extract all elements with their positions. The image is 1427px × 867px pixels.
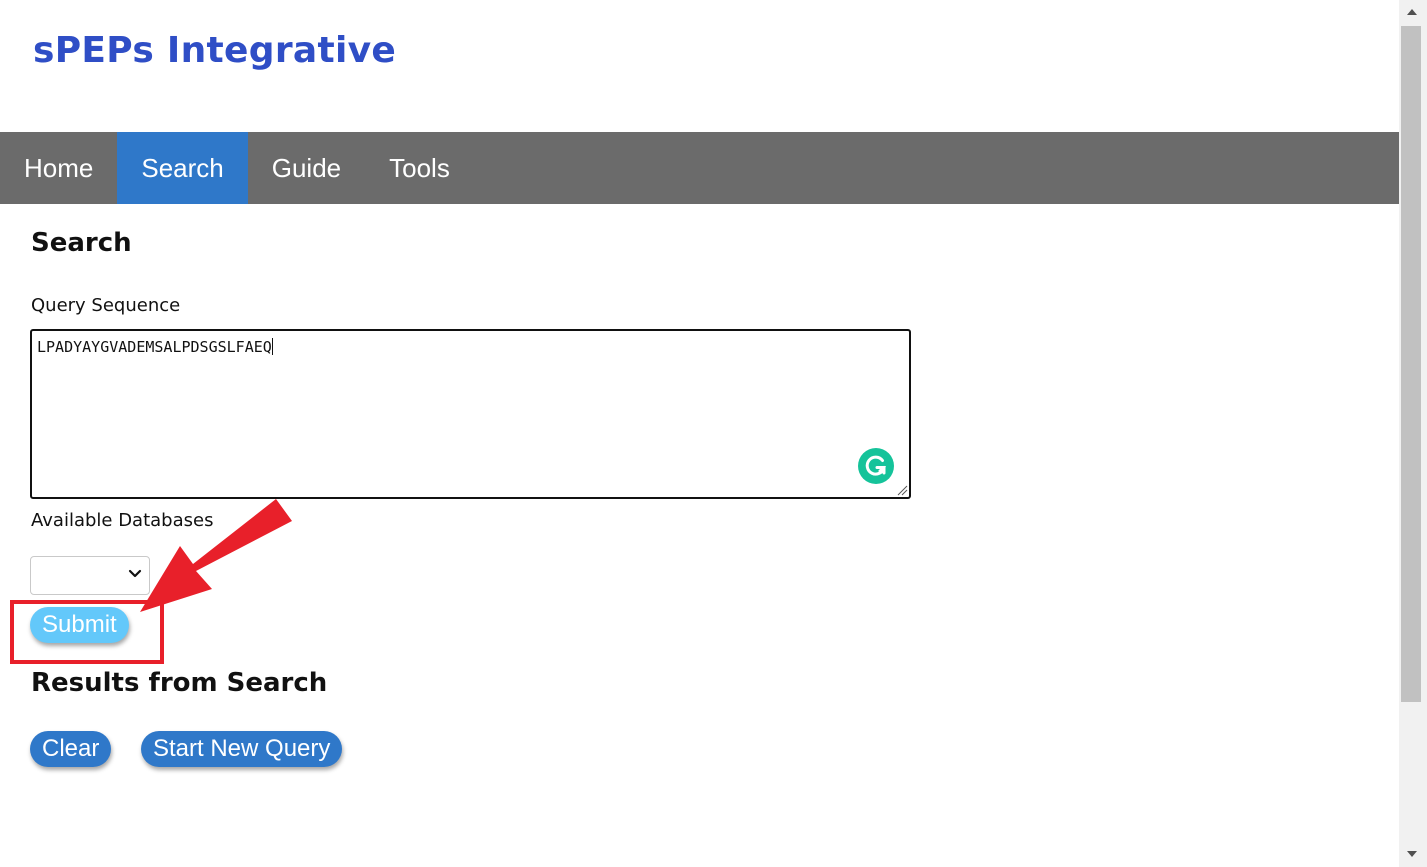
available-databases-label: Available Databases — [31, 510, 214, 531]
search-heading: Search — [31, 228, 132, 258]
scroll-up-icon[interactable] — [1407, 9, 1417, 15]
databases-select[interactable] — [30, 556, 150, 595]
query-sequence-label: Query Sequence — [31, 295, 181, 316]
nav-item-tools[interactable]: Tools — [365, 132, 474, 204]
query-sequence-textarea[interactable]: LPADYAYGVADEMSALPDSGSLFAEQ — [30, 329, 911, 499]
query-sequence-text: LPADYAYGVADEMSALPDSGSLFAEQ — [37, 338, 272, 356]
chevron-down-icon — [128, 569, 142, 578]
scrollbar-thumb[interactable] — [1401, 26, 1421, 702]
results-heading: Results from Search — [31, 668, 328, 698]
site-title: sPEPs Integrative — [33, 30, 397, 71]
main-navbar: Home Search Guide Tools — [0, 132, 1399, 204]
scroll-down-icon[interactable] — [1407, 851, 1417, 857]
nav-item-home[interactable]: Home — [0, 132, 117, 204]
resize-grip-icon[interactable] — [896, 484, 908, 496]
start-new-query-button[interactable]: Start New Query — [141, 731, 343, 767]
browser-viewport: sPEPs Integrative Home Search Guide Tool… — [0, 0, 1399, 867]
grammarly-icon[interactable] — [858, 448, 894, 484]
clear-button[interactable]: Clear — [30, 731, 112, 767]
vertical-scrollbar[interactable] — [1399, 0, 1427, 867]
text-caret — [271, 338, 273, 355]
query-sequence-value: LPADYAYGVADEMSALPDSGSLFAEQ — [37, 338, 273, 356]
annotation-highlight-box — [10, 600, 164, 664]
nav-item-search[interactable]: Search — [117, 132, 248, 204]
nav-item-guide[interactable]: Guide — [248, 132, 365, 204]
page: sPEPs Integrative Home Search Guide Tool… — [0, 0, 1427, 867]
